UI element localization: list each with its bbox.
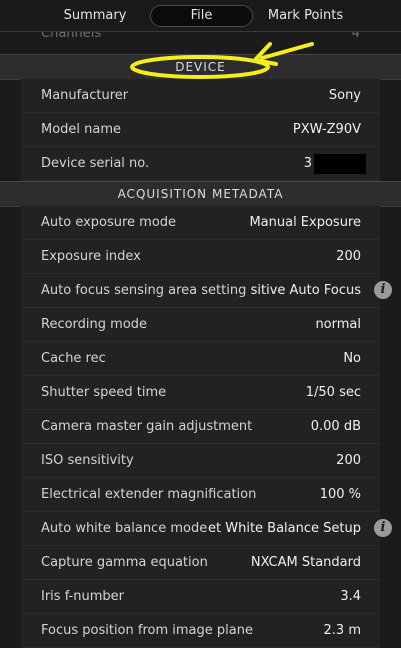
channels-row: Channels 4 bbox=[0, 32, 380, 47]
row-shutter-speed-time: Shutter speed time 1/50 sec bbox=[21, 376, 380, 410]
row-label: Capture gamma equation bbox=[41, 555, 208, 570]
row-label: Camera master gain adjustment bbox=[41, 419, 253, 434]
info-icon[interactable]: i bbox=[374, 281, 392, 299]
row-label: Shutter speed time bbox=[41, 385, 167, 400]
row-value: 3 bbox=[304, 147, 366, 180]
row-cache-rec: Cache rec No bbox=[21, 342, 380, 376]
redaction-box bbox=[314, 153, 366, 174]
section-title-device: DEVICE bbox=[175, 60, 226, 74]
serial-value-text: 3 bbox=[303, 156, 312, 171]
row-label: Auto focus sensing area setting bbox=[41, 283, 247, 298]
row-value: 200 bbox=[336, 249, 361, 264]
row-label: Auto white balance mode bbox=[41, 521, 208, 536]
metadata-panel: Channels 4 DEVICE Manufacturer Sony Mode… bbox=[0, 32, 401, 648]
row-value: No bbox=[343, 351, 361, 366]
row-capture-gamma-equation: Capture gamma equation NXCAM Standard bbox=[21, 546, 380, 580]
info-icon[interactable]: i bbox=[374, 519, 392, 537]
row-label: Recording mode bbox=[41, 317, 148, 332]
row-value: sitive Auto Focus bbox=[250, 283, 361, 298]
channels-label: Channels bbox=[41, 32, 102, 41]
row-value: 100 % bbox=[319, 487, 361, 502]
row-camera-master-gain: Camera master gain adjustment 0.00 dB bbox=[21, 410, 380, 444]
tab-file[interactable]: File bbox=[150, 5, 253, 27]
row-auto-exposure-mode: Auto exposure mode Manual Exposure bbox=[21, 206, 380, 240]
row-electrical-extender: Electrical extender magnification 100 % bbox=[21, 478, 380, 512]
tab-mark-points[interactable]: Mark Points bbox=[253, 5, 358, 27]
row-label: Model name bbox=[41, 122, 122, 137]
row-label: Exposure index bbox=[41, 249, 141, 264]
section-header-acquisition[interactable]: ACQUISITION METADATA bbox=[0, 181, 401, 207]
tab-summary[interactable]: Summary bbox=[40, 5, 150, 27]
row-focus-position: Focus position from image plane 2.3 m bbox=[21, 614, 380, 648]
row-value: 200 bbox=[336, 453, 361, 468]
row-recording-mode: Recording mode normal bbox=[21, 308, 380, 342]
row-auto-white-balance-mode: Auto white balance mode et White Balance… bbox=[21, 512, 392, 546]
row-iris-f-number: Iris f-number 3.4 bbox=[21, 580, 380, 614]
row-model-name: Model name PXW-Z90V bbox=[21, 113, 380, 147]
row-auto-focus-sensing-area: Auto focus sensing area setting sitive A… bbox=[21, 274, 392, 308]
row-value: Sony bbox=[328, 88, 361, 103]
row-value: 3.4 bbox=[340, 589, 361, 604]
section-title-acquisition: ACQUISITION METADATA bbox=[117, 187, 284, 201]
row-label: Cache rec bbox=[41, 351, 106, 366]
row-label: Iris f-number bbox=[41, 589, 124, 604]
row-label: Device serial no. bbox=[41, 156, 150, 171]
row-value: 0.00 dB bbox=[310, 419, 361, 434]
row-value: PXW-Z90V bbox=[292, 122, 361, 137]
row-value: 1/50 sec bbox=[305, 385, 361, 400]
row-value: NXCAM Standard bbox=[250, 555, 361, 570]
row-value: 2.3 m bbox=[323, 623, 361, 638]
section-header-device[interactable]: DEVICE bbox=[0, 54, 401, 80]
row-manufacturer: Manufacturer Sony bbox=[21, 79, 380, 113]
row-label: Focus position from image plane bbox=[41, 623, 253, 638]
row-label: Auto exposure mode bbox=[41, 215, 177, 230]
row-exposure-index: Exposure index 200 bbox=[21, 240, 380, 274]
row-value: Manual Exposure bbox=[249, 215, 361, 230]
row-value: et White Balance Setup bbox=[208, 521, 361, 536]
row-value: normal bbox=[315, 317, 361, 332]
channels-value: 4 bbox=[351, 32, 360, 41]
row-device-serial: Device serial no. 3 bbox=[21, 147, 380, 181]
row-label: ISO sensitivity bbox=[41, 453, 134, 468]
row-label: Manufacturer bbox=[41, 88, 129, 103]
row-label: Electrical extender magnification bbox=[41, 487, 257, 502]
tab-bar: Summary File Mark Points bbox=[0, 0, 401, 32]
row-iso-sensitivity: ISO sensitivity 200 bbox=[21, 444, 380, 478]
